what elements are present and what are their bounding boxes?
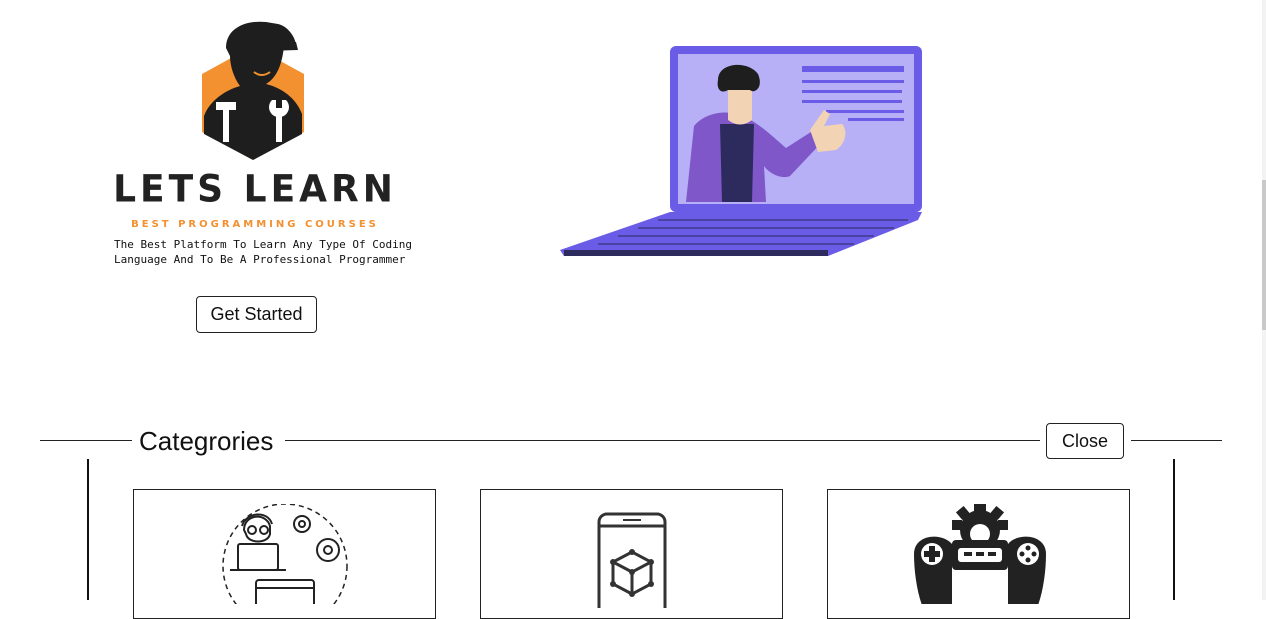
web-developer-icon xyxy=(222,504,348,604)
panel-border-right xyxy=(1173,459,1175,600)
section-divider xyxy=(285,440,1040,441)
brand-subtitle: BEST PROGRAMMING COURSES xyxy=(131,219,379,230)
brand-title: LETS LEARN xyxy=(113,167,397,211)
game-controller-icon xyxy=(914,504,1046,604)
section-divider xyxy=(1131,440,1222,441)
hero-tagline: The Best Platform To Learn Any Type Of C… xyxy=(114,238,413,266)
logo-icon xyxy=(202,21,304,161)
online-teacher-laptop-illustration xyxy=(560,46,922,256)
mobile-ar-cube-icon xyxy=(597,512,667,608)
panel-border-left xyxy=(87,459,89,600)
close-button[interactable]: Close xyxy=(1046,423,1124,459)
get-started-button[interactable]: Get Started xyxy=(196,296,317,333)
section-title: Categrories xyxy=(139,426,274,456)
scrollbar-thumb[interactable] xyxy=(1262,180,1266,330)
section-divider xyxy=(40,440,132,441)
